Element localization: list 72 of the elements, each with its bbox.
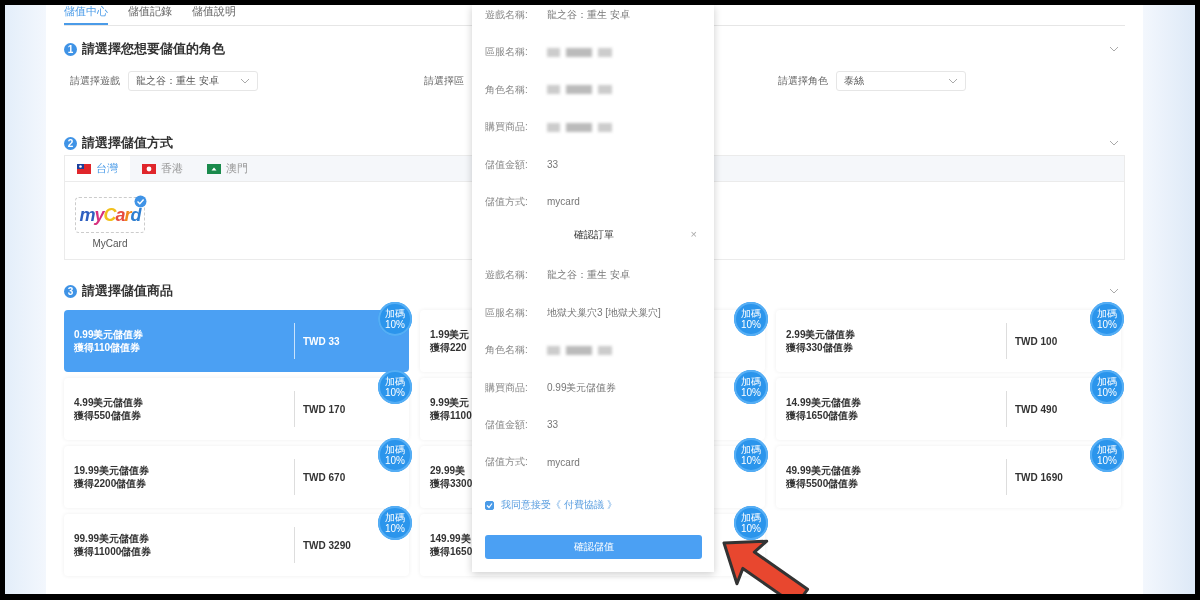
product-text: 1.99美元 獲得220 bbox=[430, 328, 470, 354]
detail-label: 角色名稱: bbox=[485, 82, 529, 97]
bonus-badge: 加碼 10% bbox=[1090, 302, 1124, 336]
detail-label: 遊戲名稱: bbox=[485, 8, 529, 22]
product-text: 0.99美元儲值券 獲得110儲值券 bbox=[74, 328, 144, 354]
bonus-badge: 加碼 10% bbox=[1090, 438, 1124, 472]
bonus-badge: 加碼 10% bbox=[1090, 370, 1124, 404]
detail-value: mycard bbox=[547, 456, 580, 468]
checkmark-icon bbox=[486, 501, 493, 509]
step-number: 1 bbox=[64, 42, 77, 56]
select-field[interactable]: 龍之谷：重生 安卓 bbox=[128, 71, 258, 91]
field-label: 請選擇角色 bbox=[778, 74, 828, 88]
detail-label: 儲值金額: bbox=[485, 157, 529, 172]
product-text: 4.99美元儲值券 獲得550儲值券 bbox=[74, 396, 144, 422]
detail-value: mycard bbox=[547, 196, 580, 208]
section-title: 請選擇您想要儲值的角色 bbox=[82, 40, 225, 58]
step-number: 3 bbox=[64, 284, 77, 298]
payment-method-card[interactable]: myCard bbox=[75, 197, 145, 233]
product-text: 149.99美 獲得1650 bbox=[430, 532, 473, 558]
detail-label: 角色名稱: bbox=[485, 343, 529, 358]
detail-label: 遊戲名稱: bbox=[485, 268, 529, 283]
flag-icon bbox=[142, 163, 156, 174]
bonus-badge: 加碼 10% bbox=[734, 506, 768, 540]
detail-value: 33 bbox=[547, 159, 559, 171]
step-number: 2 bbox=[64, 136, 77, 150]
detail-value: 龍之谷：重生 安卓 bbox=[547, 8, 630, 22]
detail-label: 購買商品: bbox=[485, 380, 529, 395]
detail-label: 區服名稱: bbox=[485, 305, 529, 320]
chevron-down-icon bbox=[948, 77, 958, 85]
detail-label: 儲值方式: bbox=[485, 194, 529, 209]
detail-label: 儲值金額: bbox=[485, 417, 529, 432]
chevron-down-icon[interactable] bbox=[1109, 287, 1119, 295]
product-text: 29.99美 獲得3300 bbox=[430, 464, 473, 490]
blurred-value bbox=[547, 85, 612, 95]
detail-label: 購買商品: bbox=[485, 120, 529, 135]
bonus-badge: 加碼 10% bbox=[378, 506, 412, 540]
flag-icon bbox=[77, 163, 91, 174]
product-text: 19.99美元儲值券 獲得2200儲值券 bbox=[74, 464, 150, 490]
product-text: 49.99美元儲值券 獲得5500儲值券 bbox=[786, 464, 862, 490]
agreement-checkbox[interactable] bbox=[485, 500, 494, 510]
bonus-badge: 加碼 10% bbox=[734, 302, 768, 336]
detail-value: 33 bbox=[547, 419, 559, 431]
chevron-down-icon[interactable] bbox=[1109, 45, 1119, 53]
method-label: MyCard bbox=[92, 238, 128, 249]
blurred-value bbox=[547, 345, 612, 355]
dialog-title: 確認訂單 bbox=[574, 227, 614, 242]
product-text: 99.99美元儲值券 獲得11000儲值券 bbox=[74, 532, 152, 558]
section-title: 請選擇儲值商品 bbox=[82, 282, 173, 300]
tab[interactable]: 儲值說明 bbox=[192, 5, 236, 25]
product-text: 9.99美元 獲得1100 bbox=[430, 396, 472, 422]
detail-value: 龍之谷：重生 安卓 bbox=[547, 268, 630, 283]
bonus-badge: 加碼 10% bbox=[734, 370, 768, 404]
flag-icon bbox=[207, 163, 221, 174]
blurred-value bbox=[547, 47, 612, 57]
bonus-badge: 加碼 10% bbox=[378, 438, 412, 472]
detail-label: 區服名稱: bbox=[485, 45, 529, 60]
detail-value: 0.99美元儲值券 bbox=[547, 380, 617, 395]
bonus-badge: 加碼 10% bbox=[378, 302, 412, 336]
product-text: 14.99美元儲值券 獲得1650儲值券 bbox=[786, 396, 862, 422]
product-text: 2.99美元儲值券 獲得330儲值券 bbox=[786, 328, 856, 354]
chevron-down-icon[interactable] bbox=[1109, 139, 1119, 147]
bonus-badge: 加碼 10% bbox=[734, 438, 768, 472]
detail-value: 地獄犬巢穴3 [地獄犬巢穴] bbox=[547, 305, 661, 320]
section-title: 請選擇儲值方式 bbox=[82, 134, 173, 152]
detail-label: 儲值方式: bbox=[485, 455, 529, 470]
field-label: 請選擇區 bbox=[424, 74, 464, 88]
chevron-down-icon bbox=[240, 77, 250, 85]
bonus-badge: 加碼 10% bbox=[378, 370, 412, 404]
tab[interactable]: 儲值記錄 bbox=[128, 5, 172, 25]
field-label: 請選擇遊戲 bbox=[70, 74, 120, 88]
select-field[interactable]: 泰絲 bbox=[836, 71, 966, 91]
blurred-value bbox=[547, 122, 612, 132]
